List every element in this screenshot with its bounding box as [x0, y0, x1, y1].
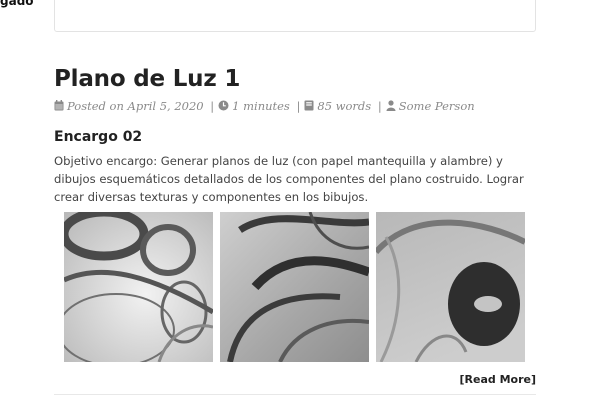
previous-post-card [54, 0, 536, 32]
post-summary: Objetivo encargo: Generar planos de luz … [54, 154, 524, 204]
user-icon [386, 99, 396, 115]
author-link[interactable]: Some Person [399, 99, 475, 113]
meta-separator: | [210, 99, 215, 113]
top-fragment-text: gado [0, 0, 34, 8]
post-meta: Posted on April 5, 2020 | 1 minutes | 85… [54, 98, 536, 115]
read-time-text: 1 minutes [232, 99, 290, 113]
word-count-text: 85 words [317, 99, 372, 113]
post-divider [54, 394, 536, 395]
meta-separator: | [296, 99, 301, 113]
gallery-photo-3[interactable] [376, 212, 525, 362]
calendar-icon [54, 99, 64, 115]
photo-gallery [64, 212, 526, 362]
post-title[interactable]: Plano de Luz 1 [54, 64, 536, 94]
clock-icon [218, 99, 229, 115]
section-heading: Encargo 02 [54, 129, 143, 145]
gallery-photo-1[interactable] [64, 212, 213, 362]
read-more-link[interactable]: [Read More] [459, 373, 536, 386]
meta-separator: | [377, 99, 382, 113]
posted-on-text: Posted on April 5, 2020 [67, 99, 204, 113]
gallery-photo-2[interactable] [220, 212, 369, 362]
book-icon [304, 99, 314, 115]
post-card: Plano de Luz 1 Posted on April 5, 2020 |… [54, 64, 536, 206]
